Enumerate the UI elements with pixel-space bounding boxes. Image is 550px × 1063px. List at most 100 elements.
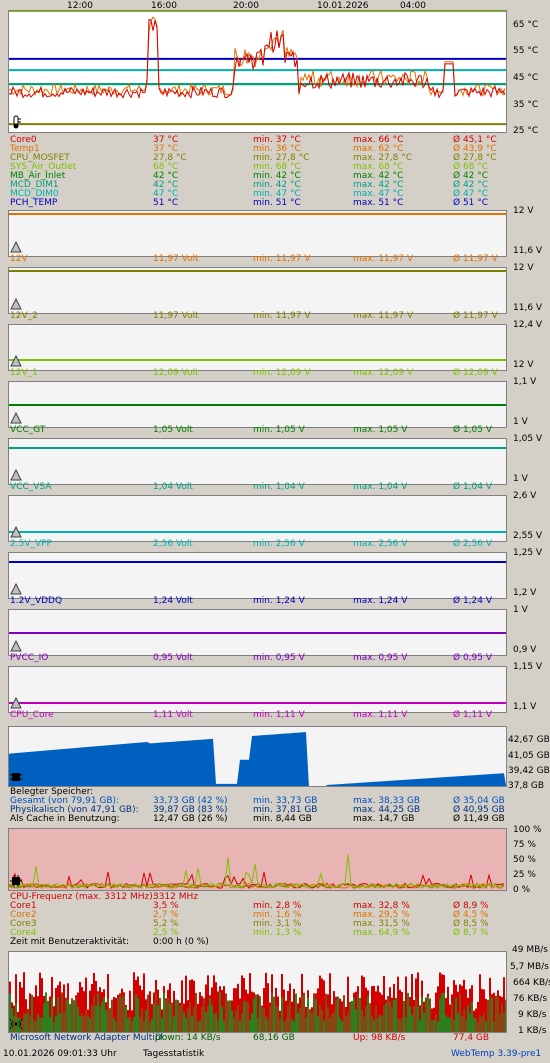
download-bar: [431, 1020, 433, 1032]
download-bar: [479, 1015, 481, 1032]
download-bar: [205, 1012, 207, 1032]
voltage-name: 12V: [10, 254, 28, 264]
memory-chip-icon: [10, 771, 22, 783]
download-bar: [447, 1017, 449, 1032]
memory-chart: [8, 726, 507, 787]
download-bar: [241, 1013, 243, 1032]
download-bar: [181, 1003, 183, 1032]
download-bar: [337, 996, 339, 1032]
voltage-warning-icon: [10, 639, 22, 652]
memory-max: max. 14,7 GB: [353, 814, 415, 824]
download-bar: [233, 1017, 235, 1032]
voltage-cur: 11,97 Volt: [153, 254, 199, 264]
voltage-row: 12V_2 11,97 Volt min. 11,97 V max. 11,97 V Ø…: [10, 312, 505, 321]
download-bar: [27, 1008, 29, 1032]
download-bar: [185, 1017, 187, 1032]
download-bar: [341, 1021, 343, 1032]
download-bar: [277, 1007, 279, 1032]
voltage-cur: 1,24 Volt: [153, 596, 193, 606]
y-tick-label: 75 %: [513, 840, 536, 850]
download-bar: [175, 999, 177, 1032]
download-bar: [373, 1020, 375, 1032]
download-bar: [353, 997, 355, 1032]
download-bar: [445, 1015, 447, 1032]
download-bar: [99, 1006, 101, 1032]
voltage-cur: 1,05 Volt: [153, 425, 193, 435]
temperature-plot: [9, 11, 506, 126]
download-bar: [119, 993, 121, 1032]
network-adapter-name: Microsoft Network Adapter Multipl: [10, 1033, 164, 1043]
download-bar: [51, 998, 53, 1032]
download-bar: [239, 1020, 241, 1032]
download-bar: [471, 1001, 473, 1032]
download-bar: [323, 1020, 325, 1032]
voltage-line: [9, 270, 506, 272]
download-bar: [71, 998, 73, 1032]
download-bar: [487, 999, 489, 1032]
download-bar: [291, 1019, 293, 1032]
download-bar: [367, 995, 369, 1032]
voltage-min: min. 11,97 V: [253, 311, 311, 321]
temp-sensor-cur: 51 °C: [153, 198, 179, 208]
download-bar: [293, 1021, 295, 1032]
voltage-avg: Ø 11,97 V: [453, 311, 498, 321]
download-bar: [429, 998, 431, 1032]
download-bar: [125, 1006, 127, 1032]
download-bar: [501, 1003, 503, 1032]
download-bar: [245, 1001, 247, 1032]
voltage-row: 12V_1 12,09 Volt min. 12,09 V max. 12,09 V Ø…: [10, 369, 505, 378]
download-bar: [443, 992, 445, 1032]
y-tick-label: 76 KB/s: [513, 994, 548, 1004]
download-bar: [283, 1021, 285, 1032]
daily-stats-link[interactable]: Tagesstatistik: [143, 1050, 204, 1059]
download-bar: [133, 1017, 135, 1032]
y-tick-label: 12 V: [513, 206, 534, 216]
x-tick-label: 16:00: [151, 1, 177, 11]
download-bar: [365, 1006, 367, 1032]
network-up-total: 77,4 GB: [453, 1033, 490, 1043]
download-bar: [349, 1001, 351, 1032]
version-link[interactable]: WebTemp 3.39-pre1: [451, 1050, 541, 1059]
x-tick-label: 10.01.2026: [317, 1, 369, 11]
download-bar: [167, 998, 169, 1032]
download-bar: [281, 997, 283, 1032]
download-bar: [179, 1005, 181, 1032]
download-bar: [197, 1021, 199, 1032]
y-tick-label: 50 %: [513, 855, 536, 865]
download-bar: [265, 1016, 267, 1032]
download-bar: [497, 997, 499, 1032]
download-bar: [359, 997, 361, 1032]
voltage-max: max. 11,97 V: [353, 254, 414, 264]
download-bar: [61, 992, 63, 1032]
y-tick-label: 1,05 V: [513, 434, 543, 444]
y-tick-label: 12,4 V: [513, 320, 543, 330]
download-bar: [25, 1013, 27, 1032]
download-bar: [439, 998, 441, 1032]
download-bar: [193, 1006, 195, 1032]
download-bar: [33, 1020, 35, 1032]
voltage-row: CPU_Core 1,11 Volt min. 1,11 V max. 1,11 V Ø…: [10, 711, 505, 720]
voltage-cur: 0,95 Volt: [153, 653, 193, 663]
download-bar: [47, 1000, 49, 1032]
download-bar: [131, 1020, 133, 1032]
voltage-chart: [8, 381, 507, 428]
voltage-avg: Ø 1,11 V: [453, 710, 493, 720]
voltage-avg: Ø 1,24 V: [453, 596, 493, 606]
voltage-warning-icon: [10, 525, 22, 538]
voltage-row: VCC_VSA 1,04 Volt min. 1,04 V max. 1,04 V Ø …: [10, 483, 505, 492]
voltage-row: VCC_GT 1,05 Volt min. 1,05 V max. 1,05 V Ø 1…: [10, 426, 505, 435]
download-bar: [153, 1003, 155, 1032]
download-bar: [389, 1001, 391, 1032]
download-bar: [467, 1005, 469, 1032]
network-icon: [9, 1018, 24, 1030]
download-bar: [449, 1017, 451, 1032]
download-bar: [469, 1013, 471, 1032]
y-tick-label: 35 °C: [513, 100, 539, 110]
download-bar: [189, 1002, 191, 1032]
voltage-cur: 2,56 Volt: [153, 539, 193, 549]
voltage-avg: Ø 0,95 V: [453, 653, 493, 663]
memory-plot: [9, 732, 506, 786]
download-bar: [249, 1019, 251, 1032]
download-bar: [201, 1006, 203, 1032]
voltage-max: max. 11,97 V: [353, 311, 414, 321]
